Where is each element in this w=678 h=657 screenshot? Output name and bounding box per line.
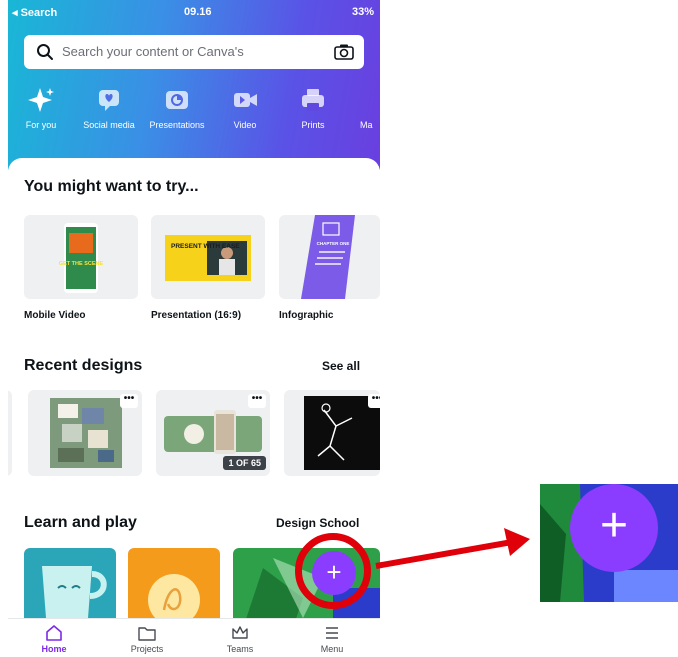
category-label: Social media [83,120,135,130]
tab-projects[interactable]: Projects [117,625,177,654]
menu-icon [326,627,338,639]
video-icon [234,93,257,107]
mobile-video-thumbnail: GET THE SCENE [59,223,104,293]
tab-label: Projects [130,644,164,654]
tab-menu[interactable]: Menu [302,625,362,654]
sparkle-icon [28,88,54,112]
carrier-label: ◂ Search [12,7,58,19]
more-options-button[interactable]: ••• [248,394,266,408]
battery-level: 33% [351,6,374,18]
category-label: For you [25,120,57,130]
category-for-you[interactable]: For you [8,86,74,130]
marketing-icon [365,86,380,114]
crown-icon [232,626,248,639]
thumb-text: PRESENT WITH EASE [171,243,240,250]
tab-label: Home [41,644,67,654]
infographic-thumbnail: CHAPTER ONE [301,215,355,299]
home-icon [46,625,62,641]
cup-illustration [42,566,107,618]
thumb-text: GET THE SCENE [59,261,104,267]
design-school-link[interactable]: Design School [276,516,359,530]
search-placeholder: Search your content or Canva's [62,44,244,59]
see-all-link[interactable]: See all [322,359,360,373]
heart-chat-icon [99,90,119,111]
tab-teams[interactable]: Teams [210,625,270,654]
folder-icon [138,627,156,641]
learn-section-title: Learn and play [24,514,137,531]
learn-card-2[interactable] [128,548,220,628]
presentation-icon [166,91,188,109]
recent-design-1[interactable]: ••• [28,390,142,476]
tab-home[interactable]: Home [24,625,84,654]
category-row: For you Social media Presentations Video… [8,86,380,146]
template-infographic[interactable]: CHAPTER ONE [279,215,380,299]
header-banner: ◂ Search 09.16 33% Search your content o… [8,0,380,170]
category-presentations[interactable]: Presentations [144,86,210,130]
template-label: Presentation (16:9) [151,310,242,321]
recent-section-title: Recent designs [24,357,143,374]
category-social-media[interactable]: Social media [76,86,142,130]
learn-card-1[interactable] [24,548,116,628]
category-prints[interactable]: Prints [280,86,346,130]
more-options-button[interactable]: ••• [120,394,138,408]
recent-design-3[interactable]: ••• [284,390,380,476]
category-marketing[interactable]: Ma [346,86,380,130]
recent-design-partial[interactable] [8,390,12,476]
more-options-button[interactable]: ••• [368,394,380,408]
recent-design-2[interactable]: ••• 1 OF 65 [156,390,270,476]
category-label: Ma [360,120,373,130]
template-mobile-video[interactable]: GET THE SCENE [24,215,138,299]
template-label: Mobile Video [24,310,86,321]
bottom-tab-bar: Home Projects Teams Menu [8,618,380,657]
presentation-thumbnail: PRESENT WITH EASE [165,235,251,281]
category-label: Prints [301,120,325,130]
try-section-title: You might want to try... [24,178,199,195]
highlight-circle [295,533,371,609]
category-label: Presentations [149,120,205,130]
tab-label: Menu [320,644,344,654]
category-label: Video [233,120,257,130]
category-video[interactable]: Video [212,86,278,130]
search-icon [37,44,53,60]
status-bar: ◂ Search 09.16 33% [12,6,374,22]
status-time: 09.16 [184,6,212,18]
sun-illustration [148,574,200,626]
camera-icon[interactable] [334,43,354,61]
printer-icon [302,89,324,111]
template-presentation[interactable]: PRESENT WITH EASE [151,215,265,299]
callout-arrow [375,528,530,569]
dark-thumbnail [304,396,380,470]
thumb-text: CHAPTER ONE [317,241,350,246]
page-count-badge: 1 OF 65 [223,456,266,470]
template-label: Infographic [279,310,334,321]
tab-label: Teams [226,644,254,654]
create-design-button-zoomed[interactable]: + [570,484,658,572]
search-input[interactable]: Search your content or Canva's [24,35,364,69]
